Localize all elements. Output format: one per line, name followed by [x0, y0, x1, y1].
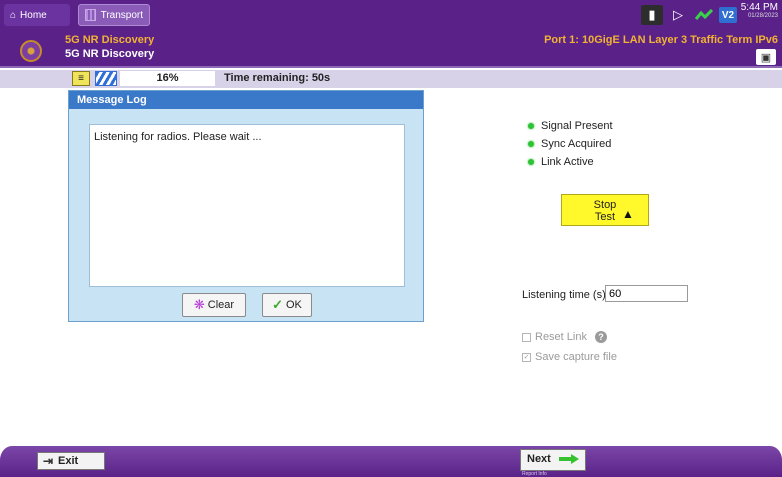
v2-icon[interactable]: V2 [719, 7, 737, 23]
message-log-toggle-icon[interactable]: ≡ [72, 71, 90, 86]
home-tab-label: Home [20, 9, 47, 21]
breadcrumb-bottom: 5G NR Discovery [65, 48, 155, 60]
system-bar: ⌂ Home Transport ▮ ▷ V2 5:44 PM 01/28/20… [0, 0, 782, 30]
progress-strip: ≡ 16% Time remaining: 50s [0, 70, 782, 88]
progress-percent: 16% [156, 72, 179, 84]
dialog-title: Message Log [69, 91, 423, 109]
save-capture-label: Save capture file [535, 351, 617, 363]
transport-tab-label: Transport [100, 9, 143, 21]
status-led-icon [528, 123, 534, 129]
stop-test-line2: Test [594, 211, 616, 223]
battery-icon[interactable]: ▮ [641, 5, 663, 25]
progress-bar: 16% [120, 71, 215, 86]
camera-icon[interactable]: ▣ [756, 49, 776, 65]
message-log-content: Listening for radios. Please wait ... [89, 124, 405, 287]
status-label: Signal Present [541, 120, 613, 132]
ok-button-label: OK [286, 299, 302, 311]
status-sync-acquired: Sync Acquired [528, 135, 613, 153]
exit-icon: ⇥ [43, 454, 54, 468]
bottom-bar [0, 446, 782, 477]
next-sublabel: Report Info [522, 471, 547, 477]
reset-link-option[interactable]: Reset Link ? [522, 331, 607, 343]
mouse-cursor-icon: ▲ [622, 207, 634, 221]
status-signal-present: Signal Present [528, 117, 613, 135]
status-led-icon [528, 141, 534, 147]
transport-icon [85, 9, 96, 21]
clock-date: 01/28/2023 [747, 13, 778, 19]
next-button-label: Next [527, 453, 551, 465]
breadcrumb-top: 5G NR Discovery [65, 34, 155, 46]
save-capture-checkbox[interactable]: ✓ [522, 352, 531, 362]
help-icon[interactable]: ? [594, 331, 607, 343]
reset-link-checkbox[interactable] [522, 332, 531, 342]
status-link-active: Link Active [528, 153, 613, 171]
logo-icon [20, 40, 42, 62]
clear-button-label: Clear [207, 299, 235, 311]
status-led-icon [528, 159, 534, 165]
check-icon: ✓ [272, 297, 283, 312]
clear-button[interactable]: ❋ Clear [182, 293, 246, 317]
next-button[interactable]: Next [520, 449, 586, 471]
exit-button-label: Exit [58, 455, 79, 467]
status-list: Signal Present Sync Acquired Link Active [528, 117, 613, 171]
clear-icon: ❋ [193, 297, 205, 312]
port-label: Port 1: 10GigE LAN Layer 3 Traffic Term … [544, 34, 778, 46]
home-tab[interactable]: ⌂ Home [4, 4, 70, 26]
clock: 5:44 PM 01/28/2023 [738, 2, 778, 19]
save-capture-option[interactable]: ✓ Save capture file [522, 351, 617, 363]
speaker-icon[interactable]: ▷ [667, 5, 689, 25]
status-label: Sync Acquired [541, 138, 612, 150]
status-label: Link Active [541, 156, 594, 168]
exit-button[interactable]: ⇥ Exit [37, 452, 105, 470]
clock-time: 5:44 PM [740, 2, 778, 13]
message-log-dialog: Message Log Listening for radios. Please… [68, 90, 424, 322]
home-icon: ⌂ [10, 9, 17, 21]
transport-tab[interactable]: Transport [78, 4, 150, 26]
listening-time-input[interactable] [605, 285, 688, 302]
time-remaining: Time remaining: 50s [224, 72, 331, 84]
stop-test-line1: Stop [593, 199, 617, 211]
progress-icon [95, 71, 117, 86]
reset-link-label: Reset Link [535, 331, 587, 343]
app-header: 5G NR Discovery 5G NR Discovery Port 1: … [0, 30, 782, 68]
listening-time-label: Listening time (s) [522, 289, 606, 301]
stop-test-button[interactable]: Stop Test [561, 194, 649, 226]
network-check-icon[interactable] [693, 5, 715, 25]
ok-button[interactable]: ✓ OK [262, 293, 312, 317]
arrow-right-icon [559, 454, 579, 464]
system-icons: ▮ ▷ V2 [641, 4, 737, 26]
